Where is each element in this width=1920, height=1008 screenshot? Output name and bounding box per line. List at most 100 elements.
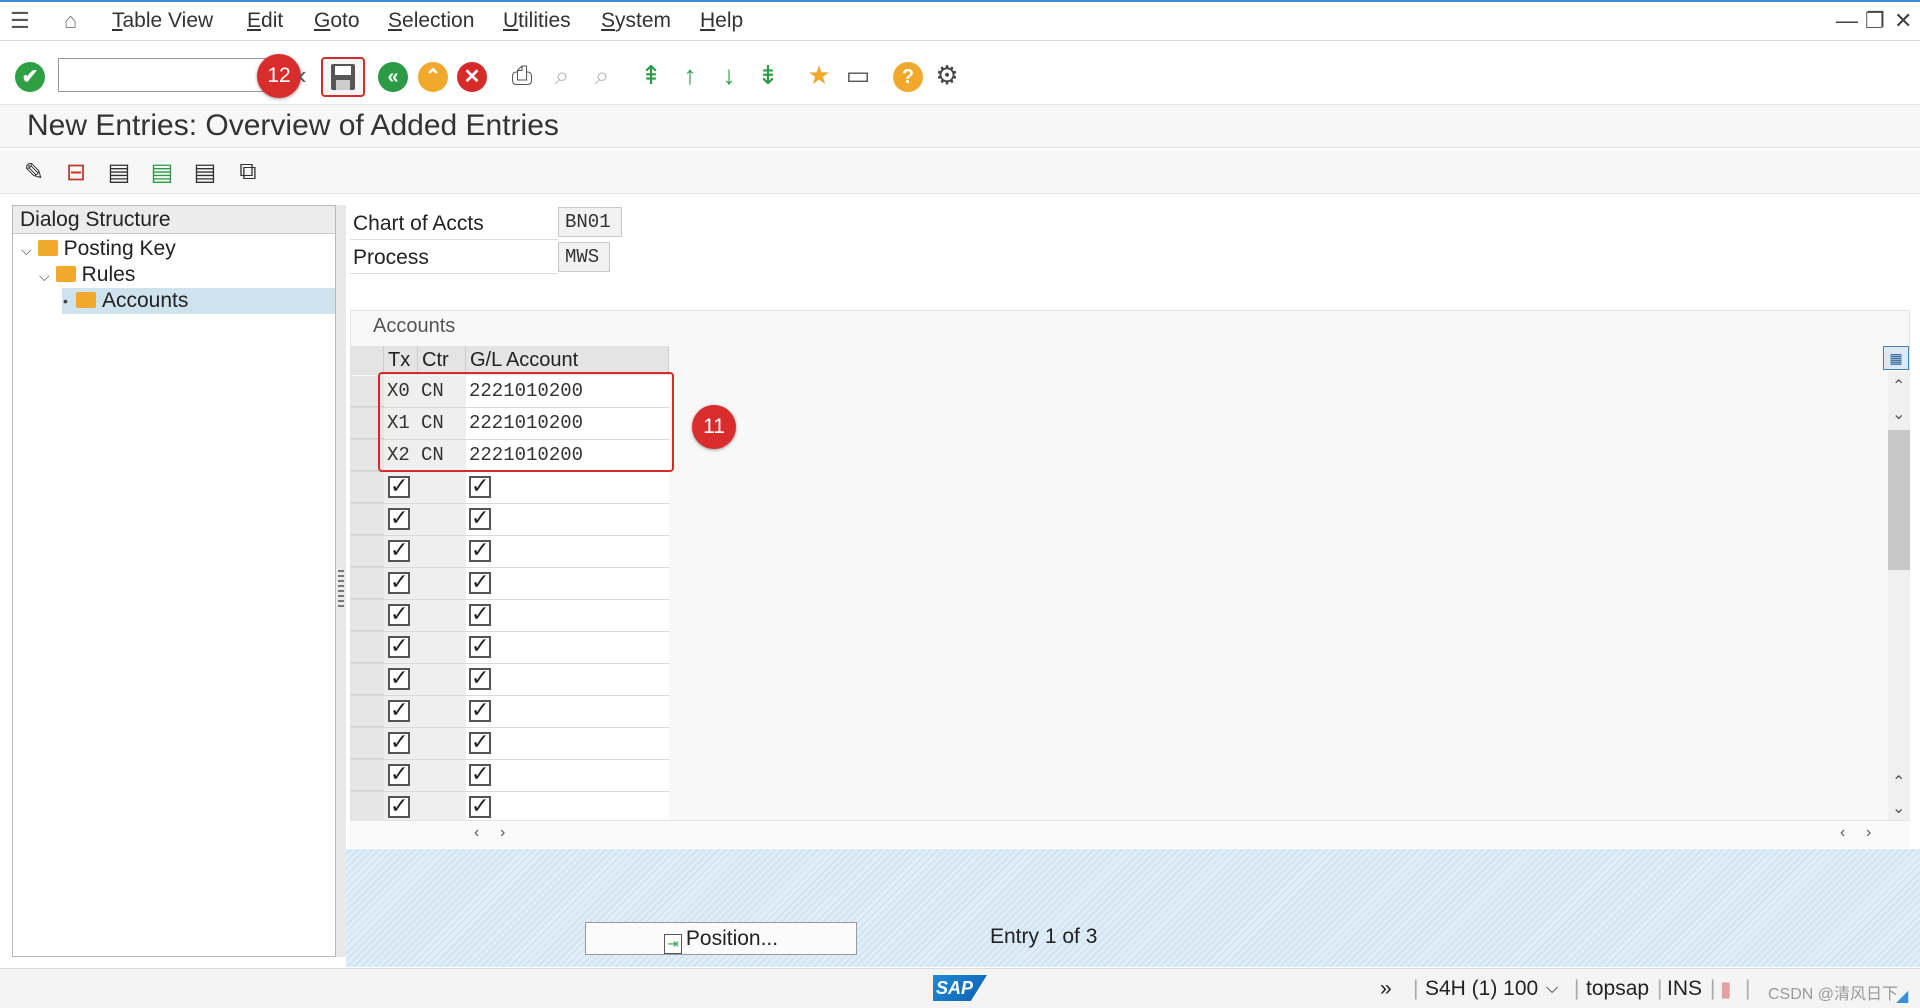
empty-cell-ctr[interactable] <box>418 536 466 567</box>
menu-selection[interactable]: Selection <box>388 9 474 33</box>
empty-cell-ctr[interactable] <box>418 504 466 535</box>
empty-cell-gl-account[interactable] <box>466 504 669 535</box>
previous-page-icon[interactable]: ↑ <box>673 58 707 92</box>
scroll-left-icon[interactable]: ‹ <box>474 824 479 842</box>
chevron-down-icon[interactable]: ⌵ <box>21 242 32 258</box>
menu-table-view[interactable]: Table View <box>112 9 213 33</box>
row-selector[interactable] <box>351 600 384 631</box>
position-button[interactable]: ⇥ Position... <box>585 922 857 955</box>
input-mode[interactable]: INS <box>1667 977 1702 1001</box>
expand-status-icon[interactable]: » <box>1380 977 1392 1001</box>
empty-cell-ctr[interactable] <box>418 760 466 791</box>
print-icon[interactable]: ⎙ <box>505 58 539 92</box>
empty-cell-ctr[interactable] <box>418 792 466 823</box>
scroll-down-icon[interactable]: ⌄ <box>1892 404 1905 424</box>
empty-cell-gl-account[interactable] <box>466 664 669 695</box>
checkbox-icon[interactable]: ✓ <box>388 539 410 562</box>
row-selector[interactable] <box>351 568 384 599</box>
menu-system[interactable]: System <box>601 9 671 33</box>
new-session-icon[interactable]: ★ <box>802 58 836 92</box>
tree-item-accounts[interactable]: • Accounts <box>13 288 335 314</box>
checkbox-icon[interactable]: ✓ <box>388 603 410 626</box>
checkbox-icon[interactable]: ✓ <box>388 731 410 754</box>
checkbox-icon[interactable]: ✓ <box>469 795 491 818</box>
row-selector[interactable] <box>351 760 384 791</box>
shortcut-icon[interactable]: ▭ <box>841 58 875 92</box>
row-selector[interactable] <box>351 472 384 503</box>
empty-cell-ctr[interactable] <box>418 600 466 631</box>
row-selector[interactable] <box>351 536 384 567</box>
empty-cell-gl-account[interactable] <box>466 632 669 663</box>
menu-utilities[interactable]: Utilities <box>503 9 571 33</box>
row-selector[interactable] <box>351 504 384 535</box>
customize-icon[interactable]: ⌂ <box>64 8 77 34</box>
empty-cell-gl-account[interactable] <box>466 728 669 759</box>
command-input[interactable] <box>59 59 265 91</box>
settings-gear-icon[interactable]: ⚙ <box>930 58 964 92</box>
enter-icon[interactable]: ✔ <box>15 62 45 92</box>
checkbox-icon[interactable]: ✓ <box>388 571 410 594</box>
empty-cell-ctr[interactable] <box>418 472 466 503</box>
empty-cell-gl-account[interactable] <box>466 792 669 823</box>
checkbox-icon[interactable]: ✓ <box>388 763 410 786</box>
column-header-gl-account[interactable]: G/L Account <box>466 346 669 375</box>
select-block-icon[interactable]: ▤ <box>147 158 177 187</box>
process-field[interactable]: MWS <box>558 242 610 272</box>
empty-cell-ctr[interactable] <box>418 664 466 695</box>
save-button[interactable] <box>321 57 365 97</box>
command-field[interactable] <box>58 58 266 92</box>
menu-icon[interactable]: ☰ <box>10 8 30 34</box>
restore-icon[interactable]: ❐ <box>1865 8 1885 34</box>
help-icon[interactable]: ? <box>893 62 923 92</box>
checkbox-icon[interactable]: ✓ <box>469 731 491 754</box>
checkbox-icon[interactable]: ✓ <box>388 667 410 690</box>
tree-item-rules[interactable]: ⌵ Rules <box>39 262 135 288</box>
menu-goto[interactable]: Goto <box>314 9 360 33</box>
cancel-icon[interactable]: ✕ <box>457 62 487 92</box>
first-page-icon[interactable]: ⇞ <box>634 58 668 92</box>
checkbox-icon[interactable]: ✓ <box>388 795 410 818</box>
empty-cell-gl-account[interactable] <box>466 696 669 727</box>
next-page-icon[interactable]: ↓ <box>712 58 746 92</box>
system-info[interactable]: S4H (1) 100 <box>1425 977 1538 1001</box>
last-page-icon[interactable]: ⇟ <box>751 58 785 92</box>
checkbox-icon[interactable]: ✓ <box>469 475 491 498</box>
scroll-up-icon[interactable]: ⌃ <box>1892 376 1905 396</box>
empty-cell-ctr[interactable] <box>418 728 466 759</box>
empty-cell-gl-account[interactable] <box>466 600 669 631</box>
tree-item-posting-key[interactable]: ⌵ Posting Key <box>21 236 176 262</box>
display-change-icon[interactable]: ✎ <box>19 158 49 187</box>
scroll-right-icon[interactable]: › <box>500 824 505 842</box>
menu-help[interactable]: Help <box>700 9 743 33</box>
checkbox-icon[interactable]: ✓ <box>469 539 491 562</box>
checkbox-icon[interactable]: ✓ <box>388 635 410 658</box>
checkbox-icon[interactable]: ✓ <box>469 635 491 658</box>
empty-cell-ctr[interactable] <box>418 568 466 599</box>
splitter-handle[interactable] <box>338 570 344 610</box>
minimize-icon[interactable]: — <box>1836 8 1858 34</box>
row-selector[interactable] <box>351 728 384 759</box>
scroll-left-columns-icon[interactable]: ‹ <box>1840 824 1845 842</box>
horizontal-scrollbar[interactable] <box>350 820 1910 848</box>
checkbox-icon[interactable]: ✓ <box>469 667 491 690</box>
delete-row-icon[interactable]: ⊟ <box>61 158 91 187</box>
row-selector[interactable] <box>351 696 384 727</box>
chevron-down-icon[interactable]: ⌵ <box>39 268 50 284</box>
vertical-scroll-thumb[interactable] <box>1888 430 1910 570</box>
select-all-column-header[interactable] <box>351 346 384 375</box>
empty-cell-gl-account[interactable] <box>466 536 669 567</box>
deselect-all-icon[interactable]: ▤ <box>190 158 220 187</box>
column-header-tx[interactable]: Tx <box>384 346 418 375</box>
row-selector[interactable] <box>351 632 384 663</box>
scroll-page-down-icon[interactable]: ⌄ <box>1892 798 1905 818</box>
table-settings-icon[interactable]: ▦ <box>1883 346 1909 370</box>
chevron-down-icon[interactable]: ⌵ <box>1546 980 1558 998</box>
view-details-icon[interactable]: ⧉ <box>233 158 263 186</box>
row-selector[interactable] <box>351 792 384 823</box>
chart-of-accts-field[interactable]: BN01 <box>558 207 622 237</box>
empty-cell-gl-account[interactable] <box>466 760 669 791</box>
checkbox-icon[interactable]: ✓ <box>469 507 491 530</box>
checkbox-icon[interactable]: ✓ <box>469 699 491 722</box>
exit-icon[interactable]: ⌃ <box>418 62 448 92</box>
empty-cell-ctr[interactable] <box>418 632 466 663</box>
